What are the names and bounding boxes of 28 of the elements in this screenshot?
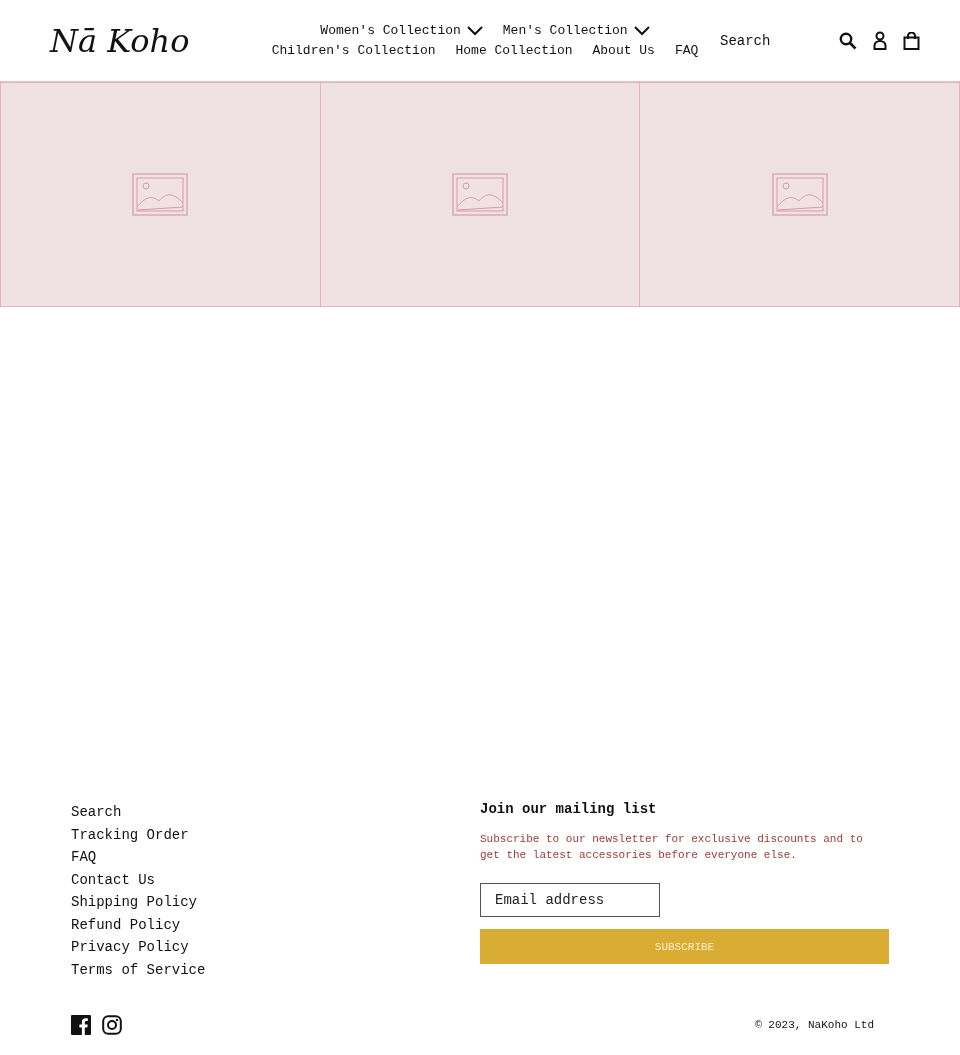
nav-link[interactable]: Home Collection [455, 43, 573, 58]
search-icon[interactable] [839, 31, 857, 50]
account-icon[interactable] [873, 31, 887, 50]
logo[interactable]: Nā Koho [50, 21, 250, 60]
nav-link[interactable]: Children's Collection [271, 43, 436, 58]
image-icon [132, 173, 189, 216]
nav-link[interactable]: FAQ [674, 43, 699, 58]
newsletter-title: Join our mailing list [480, 801, 658, 817]
footer-link[interactable]: Shipping Policy [71, 894, 198, 910]
facebook-icon[interactable] [71, 1015, 91, 1035]
nav-link[interactable]: Men's Collection [502, 23, 650, 38]
bag-icon[interactable] [903, 31, 920, 50]
nav-link[interactable]: Women's Collection [320, 23, 483, 38]
newsletter-text: Subscribe to our newsletter for exclusive discounts and to get the latest accessories before everyone else. [480, 832, 864, 863]
email-field[interactable]: Email address [480, 883, 660, 917]
footer-link[interactable]: Privacy Policy [71, 939, 189, 955]
nav-link[interactable]: About Us [592, 43, 655, 58]
image-icon [452, 173, 508, 216]
footer-link[interactable]: Terms of Service [71, 961, 206, 978]
footer-link[interactable]: Refund Policy [71, 916, 181, 933]
footer-link[interactable]: Contact Us [71, 871, 155, 888]
footer-link[interactable]: FAQ [71, 849, 97, 865]
footer-link[interactable]: Search [71, 804, 122, 820]
footer-link[interactable]: Tracking Order [71, 826, 189, 843]
company-link[interactable]: NaKoho Ltd [808, 1019, 874, 1031]
instagram-icon[interactable] [102, 1015, 122, 1035]
image-icon [771, 173, 828, 216]
copyright-text: © 2023, [755, 1019, 802, 1031]
